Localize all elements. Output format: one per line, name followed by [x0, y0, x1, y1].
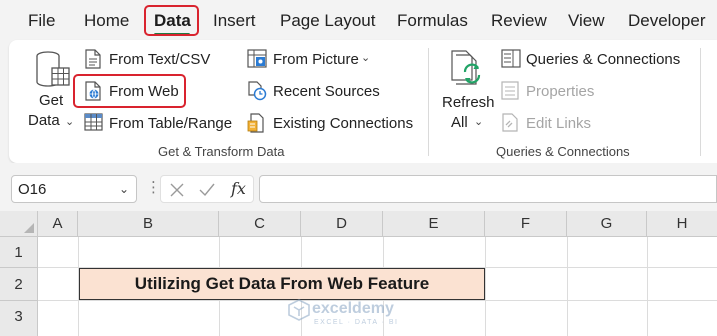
- column-header-g[interactable]: G: [567, 211, 647, 237]
- formula-bar: O16 ⌄ ⋮ fx: [0, 163, 717, 211]
- connections-icon: [247, 113, 267, 138]
- clock-file-icon: [247, 81, 267, 106]
- column-header-b[interactable]: B: [78, 211, 219, 237]
- tab-view[interactable]: View: [568, 11, 605, 31]
- from-table-range-button[interactable]: From Table/Range: [109, 115, 232, 132]
- select-all-triangle-icon: [24, 223, 34, 233]
- data-tab-highlight: [144, 5, 199, 36]
- tab-developer[interactable]: Developer: [628, 11, 706, 31]
- menu-bar: File Home Data Insert Page Layout Formul…: [0, 0, 717, 40]
- column-header-d[interactable]: D: [301, 211, 383, 237]
- name-box-value: O16: [18, 181, 47, 198]
- from-text-csv-button[interactable]: From Text/CSV: [109, 51, 210, 68]
- database-icon[interactable]: [34, 50, 72, 95]
- group-divider: [700, 48, 701, 156]
- insert-function-icon[interactable]: fx: [231, 179, 246, 198]
- refresh-all-label-1[interactable]: Refresh: [442, 94, 495, 111]
- column-header-a[interactable]: A: [38, 211, 78, 237]
- chevron-down-icon[interactable]: ⌄: [361, 51, 370, 64]
- from-picture-button[interactable]: From Picture: [273, 51, 359, 68]
- row-header-2[interactable]: 2: [0, 268, 38, 301]
- chevron-down-icon[interactable]: ⌄: [65, 115, 74, 128]
- column-header-f[interactable]: F: [485, 211, 567, 237]
- edit-links-icon: [501, 113, 519, 137]
- column-header-e[interactable]: E: [383, 211, 485, 237]
- tab-home[interactable]: Home: [84, 11, 129, 31]
- from-web-highlight: [73, 74, 186, 108]
- more-options-icon[interactable]: ⋮: [146, 178, 161, 196]
- watermark: exceldemy EXCEL · DATA · BI: [288, 299, 397, 326]
- title-cell[interactable]: Utilizing Get Data From Web Feature: [79, 268, 485, 300]
- refresh-all-label-2[interactable]: All: [451, 114, 468, 131]
- refresh-icon[interactable]: [450, 50, 486, 93]
- column-header-c[interactable]: C: [219, 211, 301, 237]
- properties-icon: [501, 81, 519, 105]
- properties-button[interactable]: Properties: [526, 83, 594, 100]
- existing-connections-button[interactable]: Existing Connections: [273, 115, 413, 132]
- column-header-h[interactable]: H: [647, 211, 717, 237]
- table-icon: [84, 113, 103, 136]
- get-data-label-2[interactable]: Data: [28, 112, 60, 129]
- get-transform-group-label: Get & Transform Data: [158, 144, 285, 159]
- chevron-down-icon[interactable]: ⌄: [474, 115, 483, 128]
- row-header-3[interactable]: 3: [0, 301, 38, 336]
- group-divider: [428, 48, 429, 156]
- picture-icon: [247, 49, 267, 73]
- edit-links-button[interactable]: Edit Links: [526, 115, 591, 132]
- get-data-label-1[interactable]: Get: [39, 92, 63, 109]
- gridline: [647, 237, 648, 336]
- tab-page-layout[interactable]: Page Layout: [280, 11, 375, 31]
- name-box[interactable]: O16 ⌄: [11, 175, 137, 203]
- text-file-icon: [84, 49, 102, 74]
- formula-input[interactable]: [259, 175, 717, 203]
- tab-insert[interactable]: Insert: [213, 11, 256, 31]
- gridline: [485, 237, 486, 336]
- tab-review[interactable]: Review: [491, 11, 547, 31]
- gridline: [567, 237, 568, 336]
- watermark-name: exceldemy: [312, 300, 394, 317]
- row-header-1[interactable]: 1: [0, 237, 38, 268]
- recent-sources-button[interactable]: Recent Sources: [273, 83, 380, 100]
- queries-group-label: Queries & Connections: [496, 144, 630, 159]
- watermark-tagline: EXCEL · DATA · BI: [314, 319, 399, 326]
- enter-check-icon[interactable]: [199, 183, 215, 197]
- exceldemy-logo-icon: [288, 299, 310, 321]
- select-all-corner[interactable]: [0, 211, 38, 237]
- queries-connections-button[interactable]: Queries & Connections: [526, 51, 680, 68]
- formula-tools: fx: [160, 175, 254, 203]
- cancel-icon[interactable]: [170, 183, 184, 197]
- queries-pane-icon: [501, 49, 521, 73]
- chevron-down-icon[interactable]: ⌄: [119, 182, 129, 196]
- tab-formulas[interactable]: Formulas: [397, 11, 468, 31]
- spreadsheet-grid[interactable]: A B C D E F G H 1 2 3 Utilizing Get Data…: [0, 211, 717, 336]
- tab-file[interactable]: File: [28, 11, 55, 31]
